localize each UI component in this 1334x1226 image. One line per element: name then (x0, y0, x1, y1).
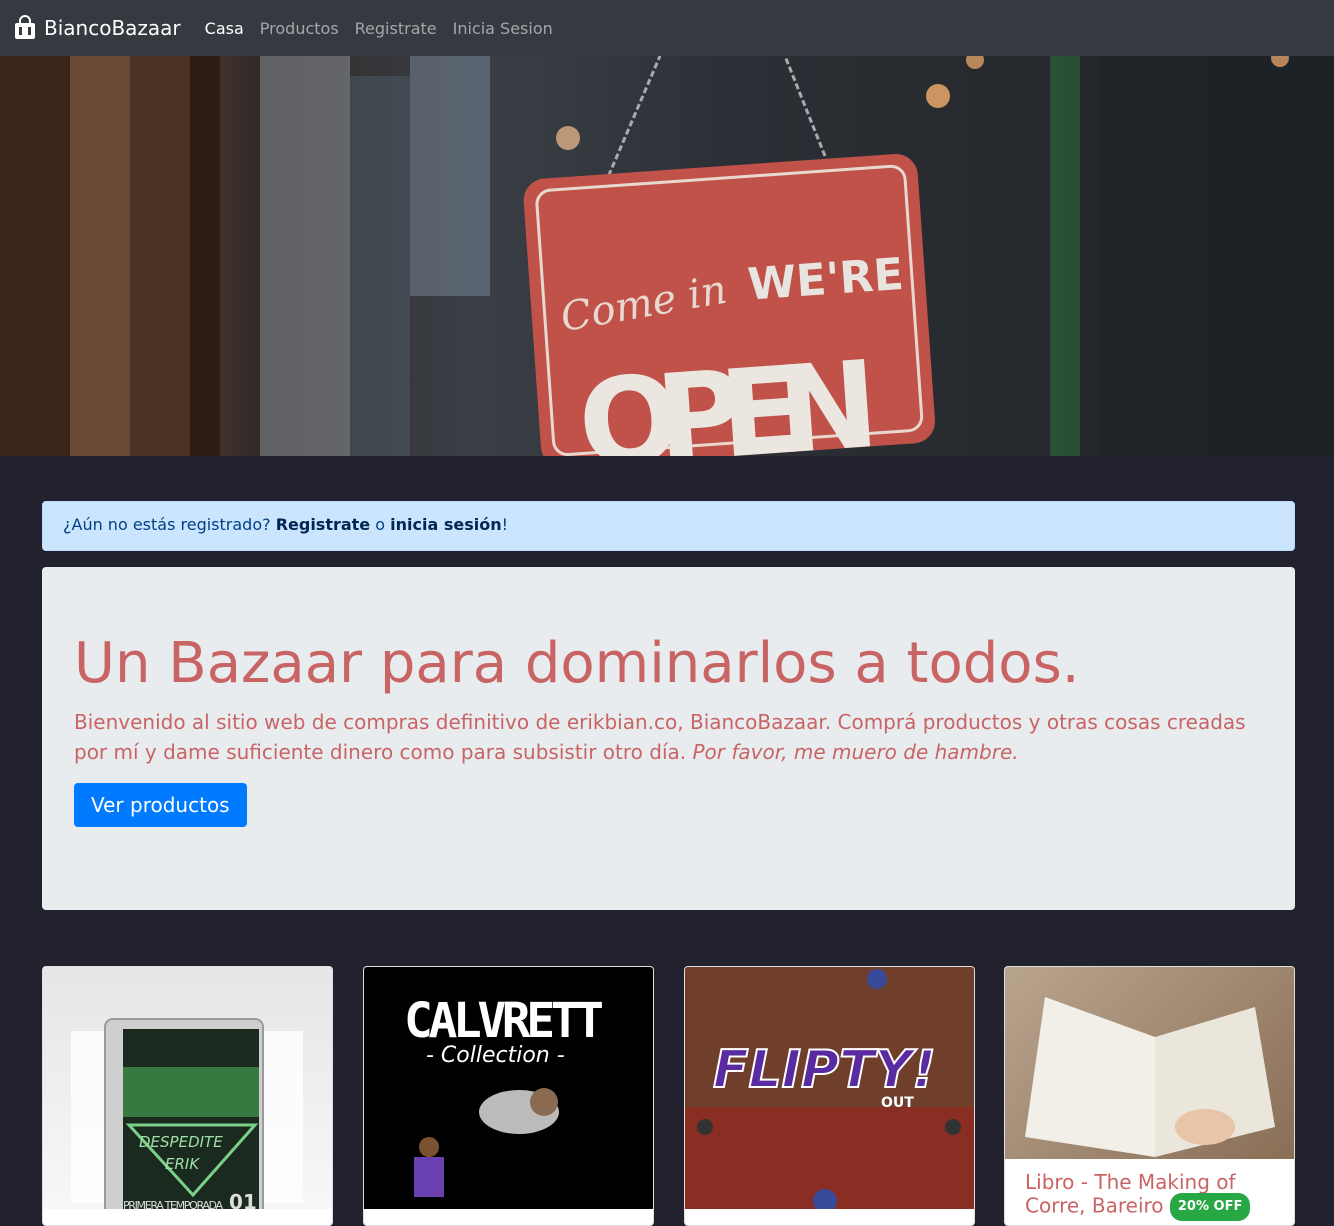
product-title-line1[interactable]: Libro - The Making of (1025, 1170, 1236, 1194)
navbar: BiancoBazaar Casa Productos Registrate I… (0, 0, 1334, 56)
alert-login-link[interactable]: inicia sesión (390, 515, 501, 534)
alert-prefix: ¿Aún no estás registrado? (63, 515, 276, 534)
product-image-label-bottom: OUT (881, 1095, 914, 1111)
alert-register-link[interactable]: Registrate (276, 515, 370, 534)
jumbotron-lead-text: Bienvenido al sitio web de compras defin… (74, 710, 1246, 764)
ver-productos-button[interactable]: Ver productos (74, 783, 247, 827)
nav-link-productos[interactable]: Productos (260, 19, 339, 38)
product-image-label-top: FLIPTY! (713, 1040, 936, 1100)
shop-bag-icon (12, 15, 38, 41)
product-title-line2[interactable]: Corre, Bareiro (1025, 1194, 1164, 1218)
alert-middle: o (370, 515, 391, 534)
product-image[interactable]: CALVRETT - Collection - (364, 967, 653, 1209)
jumbotron: Un Bazaar para dominarlos a todos. Bienv… (42, 567, 1295, 910)
product-image[interactable]: DESPEDITE ERIK PRIMERA TEMPORADA 01 (43, 967, 332, 1209)
product-title[interactable]: Libro - The Making of Corre, Bareiro 20%… (1025, 1171, 1274, 1221)
product-image-label-bottom: - Collection - (426, 1043, 565, 1068)
hero-image: Come in WE'RE OPEN (0, 56, 1334, 456)
product-card[interactable]: FLIPTY! OUT (684, 966, 975, 1226)
alert-suffix: ! (501, 515, 509, 534)
sign-main: OPEN (574, 336, 883, 456)
product-image-label-number: 01 (229, 1190, 257, 1209)
product-image-label-season: PRIMERA TEMPORADA (123, 1199, 223, 1209)
product-image[interactable] (1005, 967, 1294, 1159)
nav-links: Casa Productos Registrate Inicia Sesion (205, 19, 569, 38)
discount-badge: 20% OFF (1169, 1193, 1251, 1221)
product-image[interactable]: FLIPTY! OUT (685, 967, 974, 1209)
product-card[interactable]: DESPEDITE ERIK PRIMERA TEMPORADA 01 (42, 966, 333, 1226)
product-image-label-top: DESPEDITE (139, 1133, 223, 1151)
jumbotron-lead: Bienvenido al sitio web de compras defin… (74, 707, 1263, 767)
registration-alert: ¿Aún no estás registrado? Registrate o i… (42, 501, 1295, 551)
product-image-label-bottom: ERIK (165, 1155, 200, 1173)
brand-name: BiancoBazaar (44, 16, 181, 40)
nav-link-inicia-sesion[interactable]: Inicia Sesion (453, 19, 553, 38)
sign-top: WE'RE (746, 249, 905, 311)
product-card[interactable]: Libro - The Making of Corre, Bareiro 20%… (1004, 966, 1295, 1226)
jumbotron-lead-italic: Por favor, me muero de hambre. (692, 740, 1019, 764)
product-card[interactable]: CALVRETT - Collection - (363, 966, 654, 1226)
product-card-body: Libro - The Making of Corre, Bareiro 20%… (1005, 1159, 1294, 1225)
nav-link-registrate[interactable]: Registrate (355, 19, 437, 38)
jumbotron-title: Un Bazaar para dominarlos a todos. (74, 631, 1080, 696)
nav-link-casa[interactable]: Casa (205, 19, 244, 38)
brand[interactable]: BiancoBazaar (12, 15, 181, 41)
product-image-label-top: CALVRETT (404, 993, 604, 1049)
